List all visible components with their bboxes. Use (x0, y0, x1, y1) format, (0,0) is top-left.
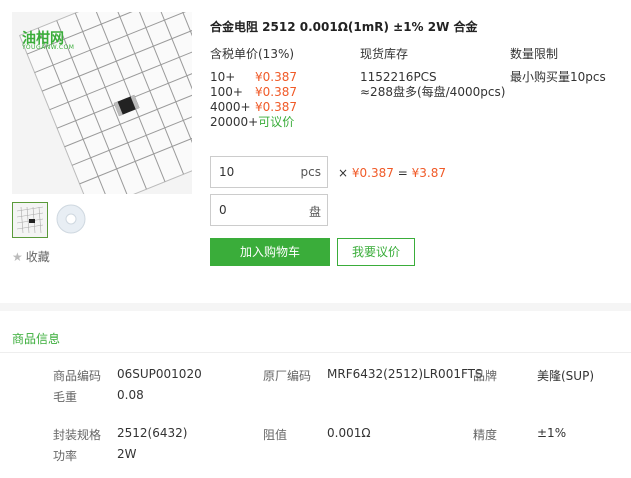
info-value: 2W (117, 447, 137, 461)
price-header: 含税单价(13%) (210, 47, 295, 61)
favorite-label: 收藏 (25, 250, 50, 264)
price-calculation: × ¥0.387 = ¥3.87 (338, 166, 446, 180)
price-tier: 20000+可议价 (210, 115, 294, 130)
quantity-pcs-unit: pcs (300, 165, 321, 179)
section-divider (0, 303, 631, 311)
tier-qty: 20000+ (210, 115, 259, 129)
info-label: 精度 (473, 428, 498, 442)
times-sign: × (338, 166, 349, 180)
star-icon: ★ (12, 250, 23, 264)
info-value: 2512(6432) (117, 426, 188, 440)
add-to-cart-button[interactable]: 加入购物车 (210, 238, 330, 266)
price-tier: 4000+ ¥0.387 (210, 100, 297, 115)
equals-sign: = (397, 166, 408, 180)
info-value: 0.08 (117, 388, 144, 402)
favorite-button[interactable]: ★ 收藏 (12, 248, 50, 265)
info-label: 功率 (53, 449, 78, 463)
info-value: ±1% (537, 426, 567, 440)
info-value: 0.001Ω (327, 426, 371, 440)
tier-qty: 4000+ (210, 100, 251, 114)
quantity-pcs-value: 10 (219, 165, 235, 179)
total-price: ¥3.87 (411, 166, 446, 180)
tier-price: ¥0.387 (255, 70, 297, 84)
site-logo-sub: YOUGANW.COM (22, 44, 75, 51)
tier-price: ¥0.387 (255, 85, 297, 99)
request-quote-button[interactable]: 我要议价 (337, 238, 415, 266)
info-label: 品牌 (473, 369, 498, 383)
unit-price: ¥0.387 (351, 166, 394, 180)
stock-reels: ≈288盘多(每盘/4000pcs) (360, 85, 506, 99)
product-info-title: 商品信息 (12, 332, 61, 346)
stock-header: 现货库存 (360, 47, 409, 61)
thumbnail-reel-image (54, 202, 88, 236)
stock-pcs: 1152216PCS (360, 70, 437, 84)
min-order-limit: 最小购买量10pcs (510, 70, 606, 84)
thumbnail-grid-image (13, 203, 47, 237)
quantity-reel-value: 0 (219, 203, 227, 217)
info-label: 毛重 (53, 390, 78, 404)
info-label: 封装规格 (53, 428, 102, 442)
negotiable-price: 可议价 (258, 115, 295, 129)
info-label: 阻值 (263, 428, 288, 442)
price-tier: 10+ ¥0.387 (210, 70, 297, 85)
quantity-reel-unit: 盘 (308, 205, 321, 219)
thumbnail-2[interactable] (54, 202, 88, 236)
info-label: 商品编码 (53, 369, 102, 383)
tier-price: ¥0.387 (255, 100, 297, 114)
thumbnail-1[interactable] (12, 202, 48, 238)
tier-qty: 10+ (210, 70, 236, 84)
price-tier: 100+ ¥0.387 (210, 85, 297, 100)
quantity-pcs-input[interactable]: 10 pcs (210, 156, 328, 188)
section-underline (0, 352, 631, 353)
info-value: 美隆(SUP) (537, 369, 595, 383)
info-value: MRF6432(2512)LR001FTS (327, 367, 483, 381)
info-label: 原厂编码 (263, 369, 312, 383)
limit-header: 数量限制 (510, 47, 559, 61)
product-title: 合金电阻 2512 0.001Ω(1mR) ±1% 2W 合金 (210, 20, 478, 34)
quantity-reel-input[interactable]: 0 盘 (210, 194, 328, 226)
tier-qty: 100+ (210, 85, 243, 99)
info-value: 06SUP001020 (117, 367, 202, 381)
